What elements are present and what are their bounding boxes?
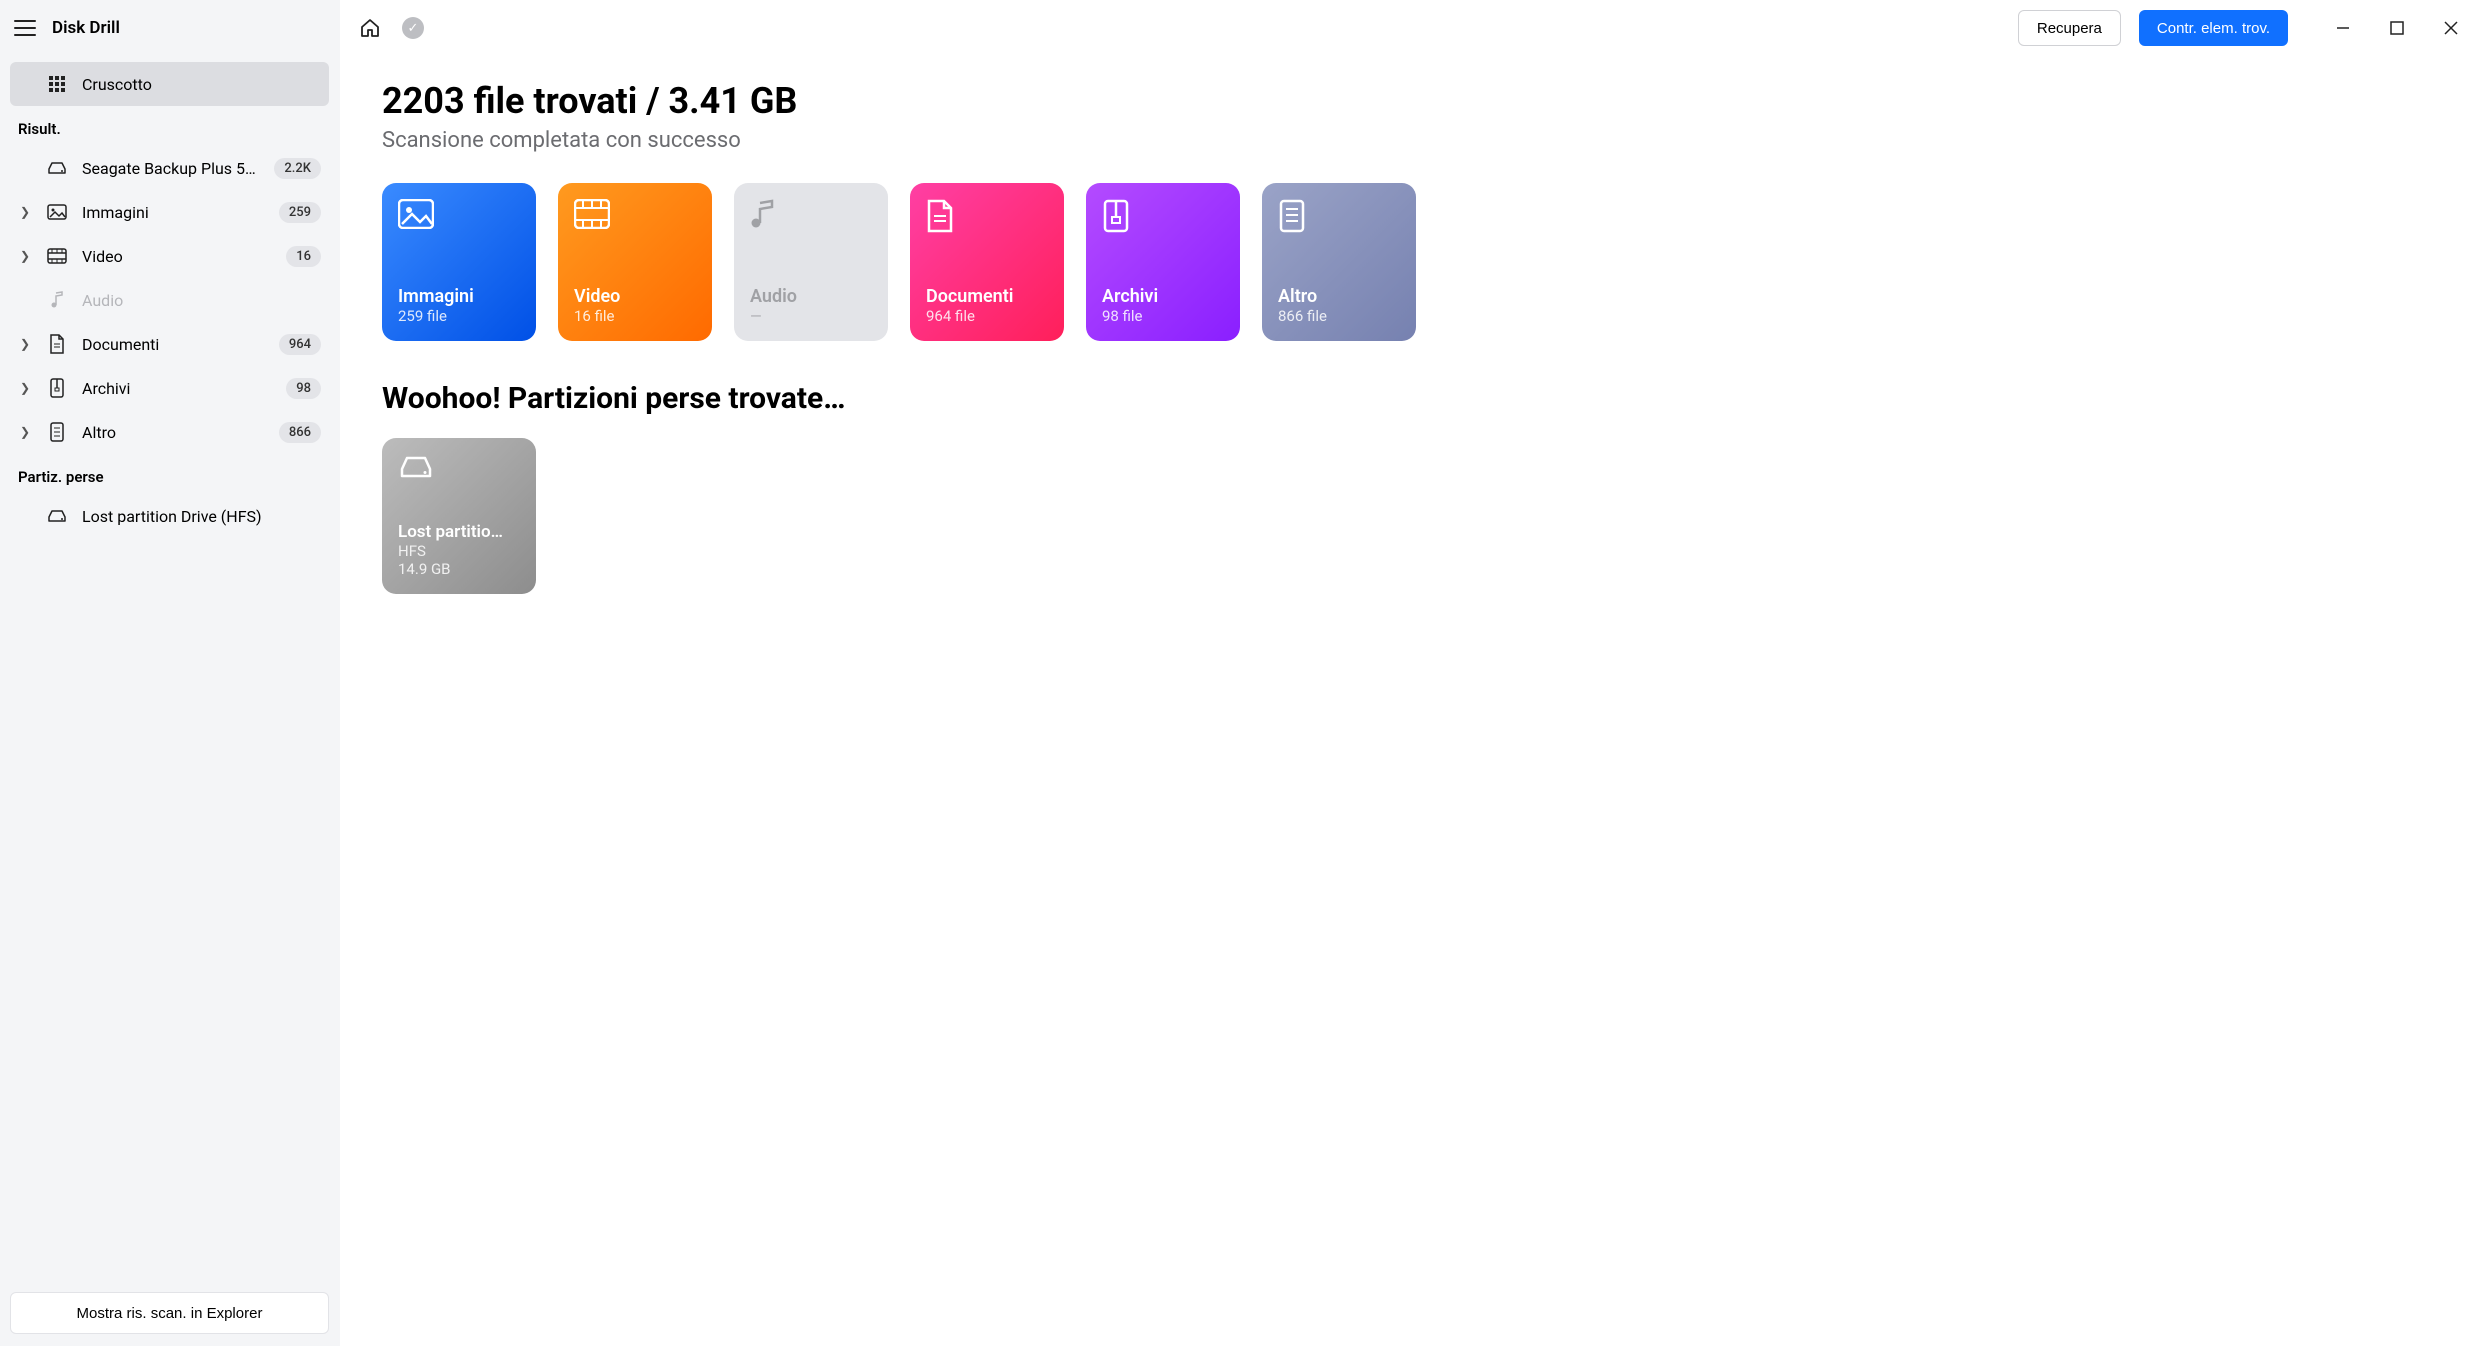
card-archives[interactable]: Archivi 98 file	[1086, 183, 1240, 341]
topbar-left: ✓	[356, 14, 424, 42]
partition-title: Lost partitio…	[398, 522, 520, 542]
grid-icon	[46, 75, 68, 93]
drive-icon	[46, 509, 68, 523]
sidebar-item-archives[interactable]: ❯ Archivi 98	[10, 366, 329, 410]
card-title: Altro	[1278, 286, 1400, 307]
card-title: Documenti	[926, 286, 1048, 307]
card-title: Video	[574, 286, 696, 307]
chevron-right-icon: ❯	[18, 249, 32, 263]
sidebar-dashboard-label: Cruscotto	[82, 75, 321, 94]
lost-partitions-title: Woohoo! Partizioni perse trovate…	[382, 381, 2442, 416]
video-icon	[46, 248, 68, 264]
sidebar-item-badge: 964	[279, 334, 321, 355]
sidebar-item-badge: 866	[279, 422, 321, 443]
sidebar-item-label: Archivi	[82, 379, 272, 398]
sidebar-item-label: Documenti	[82, 335, 265, 354]
chevron-right-icon: ❯	[18, 337, 32, 351]
content: 2203 file trovati / 3.41 GB Scansione co…	[340, 56, 2484, 1346]
sidebar-dashboard[interactable]: Cruscotto	[10, 62, 329, 106]
window-controls	[2330, 15, 2464, 41]
partition-fs: HFS	[398, 542, 520, 560]
sidebar-item-label: Altro	[82, 423, 265, 442]
sidebar-drive-label: Seagate Backup Plus 50…	[82, 159, 260, 178]
card-title: Audio	[750, 286, 872, 307]
sidebar-drive-badge: 2.2K	[274, 158, 321, 179]
show-in-explorer-button[interactable]: Mostra ris. scan. in Explorer	[10, 1292, 329, 1334]
sidebar-item-label: Video	[82, 247, 272, 266]
sidebar-drive[interactable]: Seagate Backup Plus 50… 2.2K	[10, 146, 329, 190]
card-other[interactable]: Altro 866 file	[1262, 183, 1416, 341]
file-type-cards: Immagini 259 file Video 16 file	[382, 183, 2442, 341]
partition-card[interactable]: Lost partitio… HFS 14.9 GB	[382, 438, 536, 594]
maximize-button[interactable]	[2384, 15, 2410, 41]
sidebar-lost-partition[interactable]: Lost partition Drive (HFS)	[10, 494, 329, 538]
video-icon	[574, 199, 696, 233]
card-images[interactable]: Immagini 259 file	[382, 183, 536, 341]
close-button[interactable]	[2438, 15, 2464, 41]
page-subtitle: Scansione completata con successo	[382, 128, 2442, 153]
topbar: ✓ Recupera Contr. elem. trov.	[340, 0, 2484, 56]
sidebar-item-documents[interactable]: ❯ Documenti 964	[10, 322, 329, 366]
document-icon	[926, 199, 1048, 233]
card-sub: 259 file	[398, 307, 520, 325]
review-button[interactable]: Contr. elem. trov.	[2139, 10, 2288, 46]
sidebar-body: Cruscotto Risult. Seagate Backup Plus 50…	[0, 56, 339, 1292]
sidebar-item-other[interactable]: ❯ Altro 866	[10, 410, 329, 454]
menu-icon[interactable]	[14, 20, 36, 36]
image-icon	[398, 199, 520, 233]
app-title: Disk Drill	[52, 18, 120, 38]
sidebar-lost-header: Partiz. perse	[10, 454, 329, 494]
sidebar-footer: Mostra ris. scan. in Explorer	[0, 1292, 339, 1346]
file-icon	[46, 422, 68, 442]
sidebar-item-badge: 259	[279, 202, 321, 223]
music-icon	[750, 199, 872, 233]
card-documents[interactable]: Documenti 964 file	[910, 183, 1064, 341]
sidebar-item-label: Audio	[82, 291, 321, 310]
card-sub: 98 file	[1102, 307, 1224, 325]
sidebar-item-images[interactable]: ❯ Immagini 259	[10, 190, 329, 234]
archive-icon	[46, 378, 68, 398]
card-title: Archivi	[1102, 286, 1224, 307]
sidebar-item-video[interactable]: ❯ Video 16	[10, 234, 329, 278]
minimize-button[interactable]	[2330, 15, 2356, 41]
music-icon	[46, 291, 68, 309]
card-title: Immagini	[398, 286, 520, 307]
main-area: ✓ Recupera Contr. elem. trov. 2203 file …	[340, 0, 2484, 1346]
sidebar-item-label: Immagini	[82, 203, 265, 222]
card-sub: 16 file	[574, 307, 696, 325]
image-icon	[46, 204, 68, 220]
recover-button[interactable]: Recupera	[2018, 10, 2121, 46]
sidebar-item-badge: 98	[286, 378, 321, 399]
card-sub: —	[750, 307, 872, 325]
chevron-right-icon: ❯	[18, 205, 32, 219]
drive-icon	[46, 161, 68, 175]
chevron-right-icon: ❯	[18, 381, 32, 395]
app-root: Disk Drill Cruscotto Risult. Seagate Bac…	[0, 0, 2484, 1346]
card-audio[interactable]: Audio —	[734, 183, 888, 341]
sidebar-lost-partition-label: Lost partition Drive (HFS)	[82, 507, 321, 526]
file-icon	[1278, 199, 1400, 233]
partition-size: 14.9 GB	[398, 560, 520, 578]
sidebar-item-badge: 16	[286, 246, 321, 267]
card-sub: 866 file	[1278, 307, 1400, 325]
drive-icon	[398, 454, 520, 480]
page-title: 2203 file trovati / 3.41 GB	[382, 80, 2442, 122]
archive-icon	[1102, 199, 1224, 233]
sidebar: Disk Drill Cruscotto Risult. Seagate Bac…	[0, 0, 340, 1346]
sidebar-header: Disk Drill	[0, 0, 339, 56]
sidebar-results-header: Risult.	[10, 106, 329, 146]
card-sub: 964 file	[926, 307, 1048, 325]
home-button[interactable]	[356, 14, 384, 42]
document-icon	[46, 334, 68, 354]
status-check-icon: ✓	[402, 17, 424, 39]
chevron-right-icon: ❯	[18, 425, 32, 439]
sidebar-item-audio[interactable]: Audio	[10, 278, 329, 322]
card-video[interactable]: Video 16 file	[558, 183, 712, 341]
